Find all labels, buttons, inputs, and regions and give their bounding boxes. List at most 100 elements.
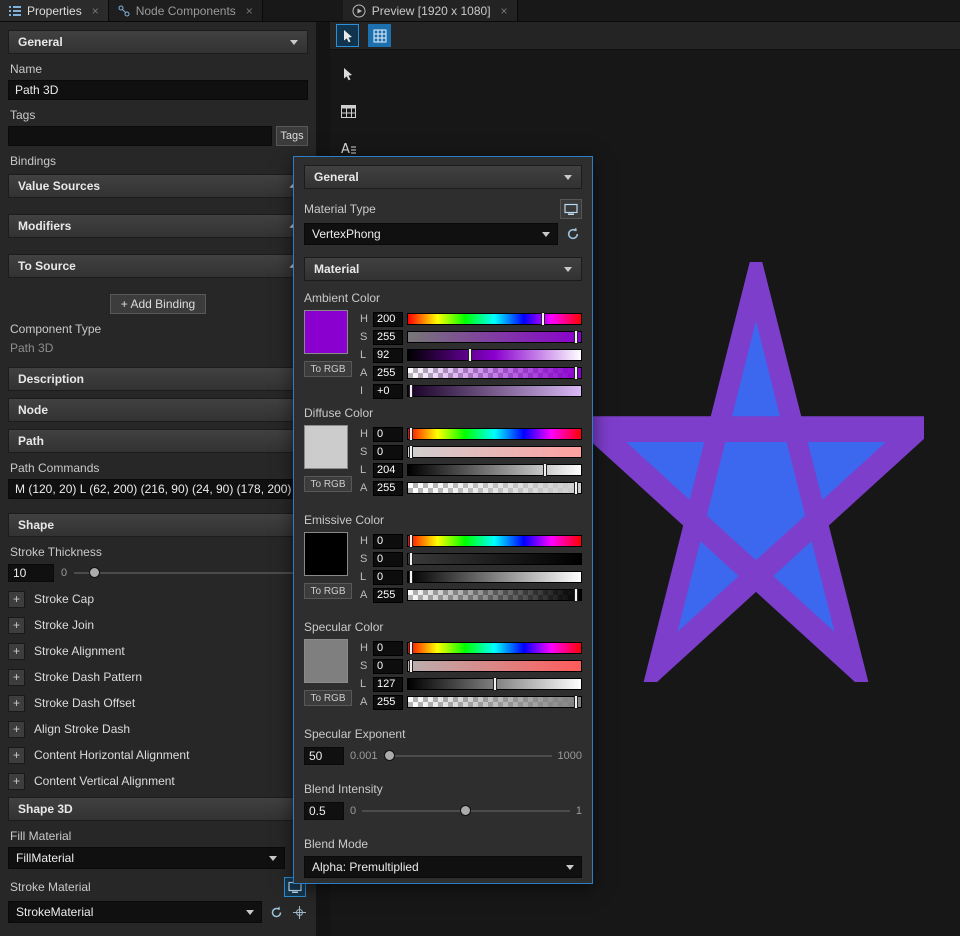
section-header-shape3d[interactable]: Shape 3D bbox=[8, 797, 308, 821]
channel-value-input[interactable] bbox=[373, 659, 403, 674]
close-icon[interactable]: × bbox=[92, 4, 99, 18]
channel-value-input[interactable] bbox=[373, 330, 403, 345]
section-header-path[interactable]: Path bbox=[8, 429, 308, 453]
to-rgb-button[interactable]: To RGB bbox=[304, 476, 352, 492]
add-property-button[interactable]: + bbox=[8, 643, 25, 660]
saturation-slider[interactable] bbox=[407, 660, 582, 672]
lightness-slider[interactable] bbox=[407, 464, 582, 476]
add-property-button[interactable]: + bbox=[8, 747, 25, 764]
channel-value-input[interactable] bbox=[373, 348, 403, 363]
add-property-button[interactable]: + bbox=[8, 669, 25, 686]
channel-value-input[interactable] bbox=[373, 427, 403, 442]
channel-value-input[interactable] bbox=[373, 695, 403, 710]
tab-node-components[interactable]: Node Components × bbox=[109, 0, 263, 21]
alpha-slider[interactable] bbox=[407, 589, 582, 601]
color-swatch[interactable] bbox=[304, 532, 348, 576]
saturation-slider[interactable] bbox=[407, 553, 582, 565]
hue-slider[interactable] bbox=[407, 535, 582, 547]
name-input[interactable] bbox=[8, 80, 308, 100]
section-header-node[interactable]: Node bbox=[8, 398, 308, 422]
material-type-editor-button[interactable] bbox=[560, 199, 582, 219]
path-commands-input[interactable] bbox=[8, 479, 308, 499]
grid-overlay-button[interactable] bbox=[368, 24, 391, 47]
specular-exponent-input[interactable] bbox=[304, 747, 344, 765]
select-tool-button[interactable] bbox=[336, 62, 360, 86]
slider-handle[interactable] bbox=[543, 463, 547, 477]
hue-slider[interactable] bbox=[407, 428, 582, 440]
saturation-slider[interactable] bbox=[407, 331, 582, 343]
section-header-value-sources[interactable]: Value Sources bbox=[8, 174, 308, 198]
slider-handle[interactable] bbox=[574, 695, 578, 709]
slider-handle[interactable] bbox=[493, 677, 497, 691]
slider-handle[interactable] bbox=[89, 567, 100, 578]
channel-value-input[interactable] bbox=[373, 481, 403, 496]
popup-section-header-general[interactable]: General bbox=[304, 165, 582, 189]
alpha-slider[interactable] bbox=[407, 482, 582, 494]
slider-handle[interactable] bbox=[541, 312, 545, 326]
channel-value-input[interactable] bbox=[373, 552, 403, 567]
lightness-slider[interactable] bbox=[407, 349, 582, 361]
tab-properties[interactable]: Properties × bbox=[0, 0, 109, 21]
slider-handle[interactable] bbox=[409, 445, 413, 459]
blend-intensity-slider[interactable] bbox=[362, 803, 570, 819]
stroke-thickness-slider[interactable] bbox=[74, 565, 308, 581]
reset-icon[interactable] bbox=[564, 225, 582, 243]
stroke-material-dropdown[interactable]: StrokeMaterial bbox=[8, 901, 262, 923]
saturation-slider[interactable] bbox=[407, 446, 582, 458]
slider-handle[interactable] bbox=[468, 348, 472, 362]
slider-handle[interactable] bbox=[574, 330, 578, 344]
color-swatch[interactable] bbox=[304, 310, 348, 354]
stroke-thickness-input[interactable] bbox=[8, 564, 54, 582]
to-rgb-button[interactable]: To RGB bbox=[304, 583, 352, 599]
channel-value-input[interactable] bbox=[373, 366, 403, 381]
tags-input[interactable] bbox=[8, 126, 272, 146]
add-property-button[interactable]: + bbox=[8, 591, 25, 608]
interaction-tool-button[interactable] bbox=[336, 24, 359, 47]
channel-value-input[interactable] bbox=[373, 463, 403, 478]
slider-handle[interactable] bbox=[384, 750, 395, 761]
lightness-slider[interactable] bbox=[407, 571, 582, 583]
slider-handle[interactable] bbox=[409, 659, 413, 673]
section-header-shape[interactable]: Shape bbox=[8, 513, 308, 537]
lightness-slider[interactable] bbox=[407, 678, 582, 690]
slider-handle[interactable] bbox=[409, 641, 413, 655]
channel-value-input[interactable] bbox=[373, 312, 403, 327]
channel-value-input[interactable] bbox=[373, 445, 403, 460]
popup-section-header-material[interactable]: Material bbox=[304, 257, 582, 281]
add-property-button[interactable]: + bbox=[8, 773, 25, 790]
specular-exponent-slider[interactable] bbox=[384, 748, 552, 764]
color-swatch[interactable] bbox=[304, 639, 348, 683]
material-type-dropdown[interactable]: VertexPhong bbox=[304, 223, 558, 245]
hue-slider[interactable] bbox=[407, 313, 582, 325]
slider-handle[interactable] bbox=[409, 427, 413, 441]
slider-handle[interactable] bbox=[409, 570, 413, 584]
to-rgb-button[interactable]: To RGB bbox=[304, 361, 352, 377]
star-shape[interactable] bbox=[588, 262, 924, 682]
slider-handle[interactable] bbox=[409, 534, 413, 548]
slider-handle[interactable] bbox=[574, 366, 578, 380]
to-rgb-button[interactable]: To RGB bbox=[304, 690, 352, 706]
tab-preview[interactable]: Preview [1920 x 1080] × bbox=[343, 0, 518, 21]
alpha-slider[interactable] bbox=[407, 367, 582, 379]
slider-handle[interactable] bbox=[460, 805, 471, 816]
tags-button[interactable]: Tags bbox=[276, 126, 308, 146]
color-swatch[interactable] bbox=[304, 425, 348, 469]
channel-value-input[interactable] bbox=[373, 570, 403, 585]
close-icon[interactable]: × bbox=[246, 4, 253, 18]
alpha-slider[interactable] bbox=[407, 696, 582, 708]
slider-handle[interactable] bbox=[574, 588, 578, 602]
blend-intensity-input[interactable] bbox=[304, 802, 344, 820]
reset-icon[interactable] bbox=[267, 903, 285, 921]
hue-slider[interactable] bbox=[407, 642, 582, 654]
section-header-general[interactable]: General bbox=[8, 30, 308, 54]
add-binding-button[interactable]: + Add Binding bbox=[110, 294, 206, 314]
section-header-description[interactable]: Description bbox=[8, 367, 308, 391]
channel-value-input[interactable] bbox=[373, 588, 403, 603]
channel-value-input[interactable] bbox=[373, 534, 403, 549]
slider-handle[interactable] bbox=[574, 481, 578, 495]
table-tool-button[interactable] bbox=[336, 99, 360, 123]
channel-value-input[interactable] bbox=[373, 641, 403, 656]
section-header-modifiers[interactable]: Modifiers bbox=[8, 214, 308, 238]
add-property-button[interactable]: + bbox=[8, 695, 25, 712]
blend-mode-dropdown[interactable]: Alpha: Premultiplied bbox=[304, 856, 582, 878]
